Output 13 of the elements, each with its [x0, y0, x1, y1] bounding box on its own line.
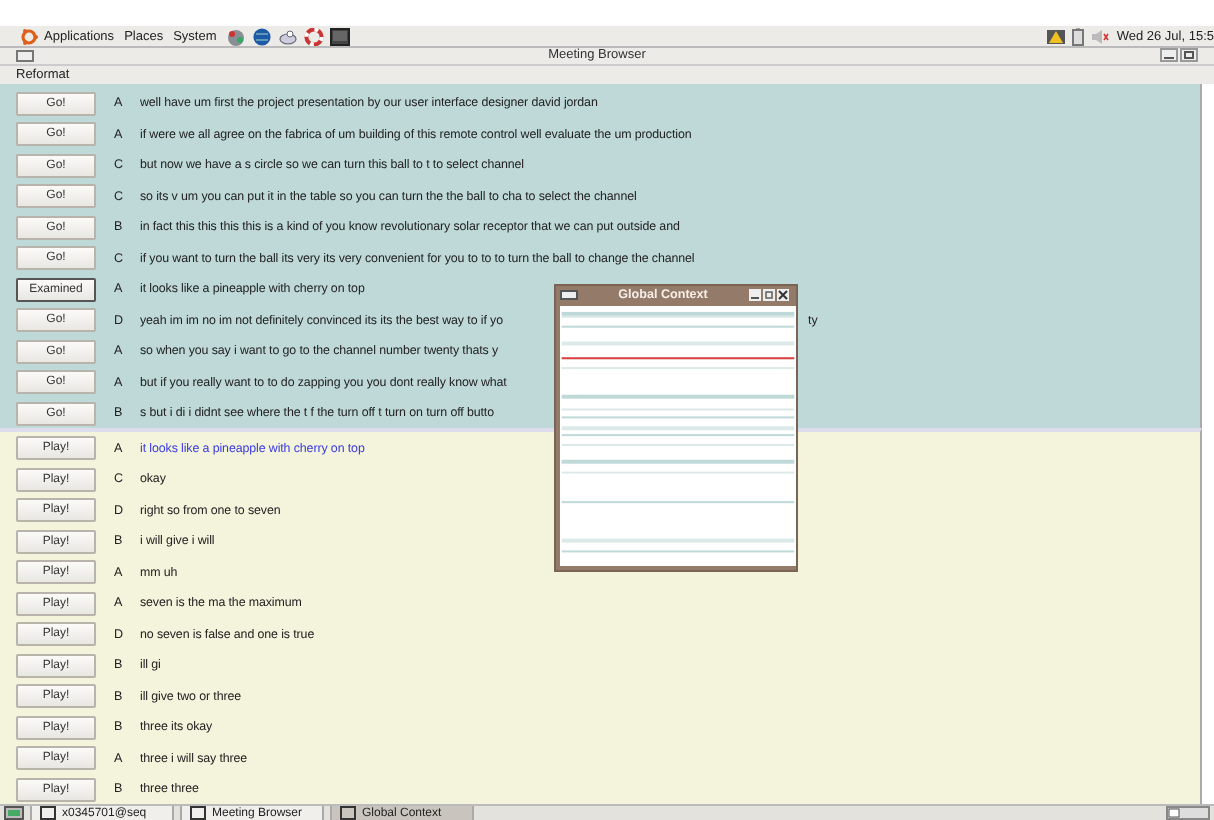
warning-icon[interactable]: [1046, 27, 1067, 46]
logo-icon[interactable]: [20, 27, 38, 46]
battery-icon[interactable]: [1072, 27, 1085, 46]
speaker-icon[interactable]: [1090, 27, 1111, 46]
lifebuoy-icon[interactable]: [304, 27, 325, 46]
window-menu-icon[interactable]: [560, 290, 578, 301]
window-menu-icon[interactable]: [16, 49, 34, 62]
workspace-switcher-icon[interactable]: [1166, 806, 1210, 820]
window-controls-icon[interactable]: [748, 288, 792, 303]
terminal-icon[interactable]: [330, 27, 351, 46]
window-controls-icon[interactable]: [1160, 48, 1198, 63]
show-desktop-icon[interactable]: [4, 806, 24, 820]
globe-icon[interactable]: [252, 27, 273, 46]
